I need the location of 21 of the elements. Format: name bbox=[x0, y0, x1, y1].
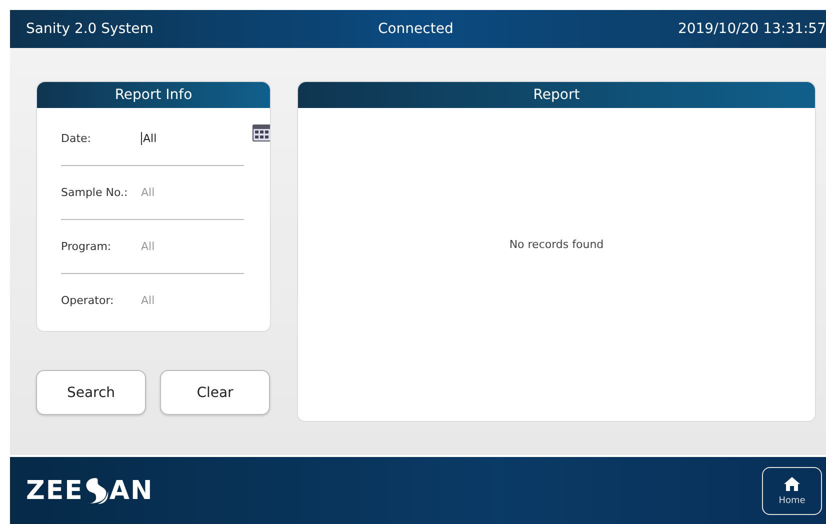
field-label: Program: bbox=[61, 240, 112, 253]
connection-status: Connected bbox=[378, 21, 454, 37]
input-field[interactable]: All bbox=[141, 294, 231, 307]
action-button[interactable]: Search bbox=[36, 370, 146, 415]
panel-title: Report bbox=[298, 82, 815, 108]
field-label: Operator: bbox=[61, 294, 115, 307]
calendar-icon[interactable] bbox=[252, 124, 270, 142]
action-button[interactable]: Clear bbox=[160, 370, 270, 415]
input-field[interactable]: All bbox=[141, 186, 231, 199]
app-title: Sanity 2.0 System bbox=[26, 21, 154, 37]
field-label: Sample No.: bbox=[61, 186, 129, 199]
empty-message: No records found bbox=[509, 238, 604, 251]
input-field[interactable]: All bbox=[141, 240, 231, 253]
date-time: 2019/10/20 13:31:57 bbox=[678, 21, 826, 37]
panel-title: Report Info bbox=[37, 82, 270, 108]
logo-text: ZEE bbox=[26, 476, 84, 506]
field-label: Date: bbox=[61, 132, 92, 145]
home-button[interactable]: Home bbox=[762, 466, 822, 514]
home-icon bbox=[783, 476, 801, 492]
input-field[interactable]: All bbox=[141, 132, 233, 145]
logo-text: AN bbox=[109, 476, 154, 506]
